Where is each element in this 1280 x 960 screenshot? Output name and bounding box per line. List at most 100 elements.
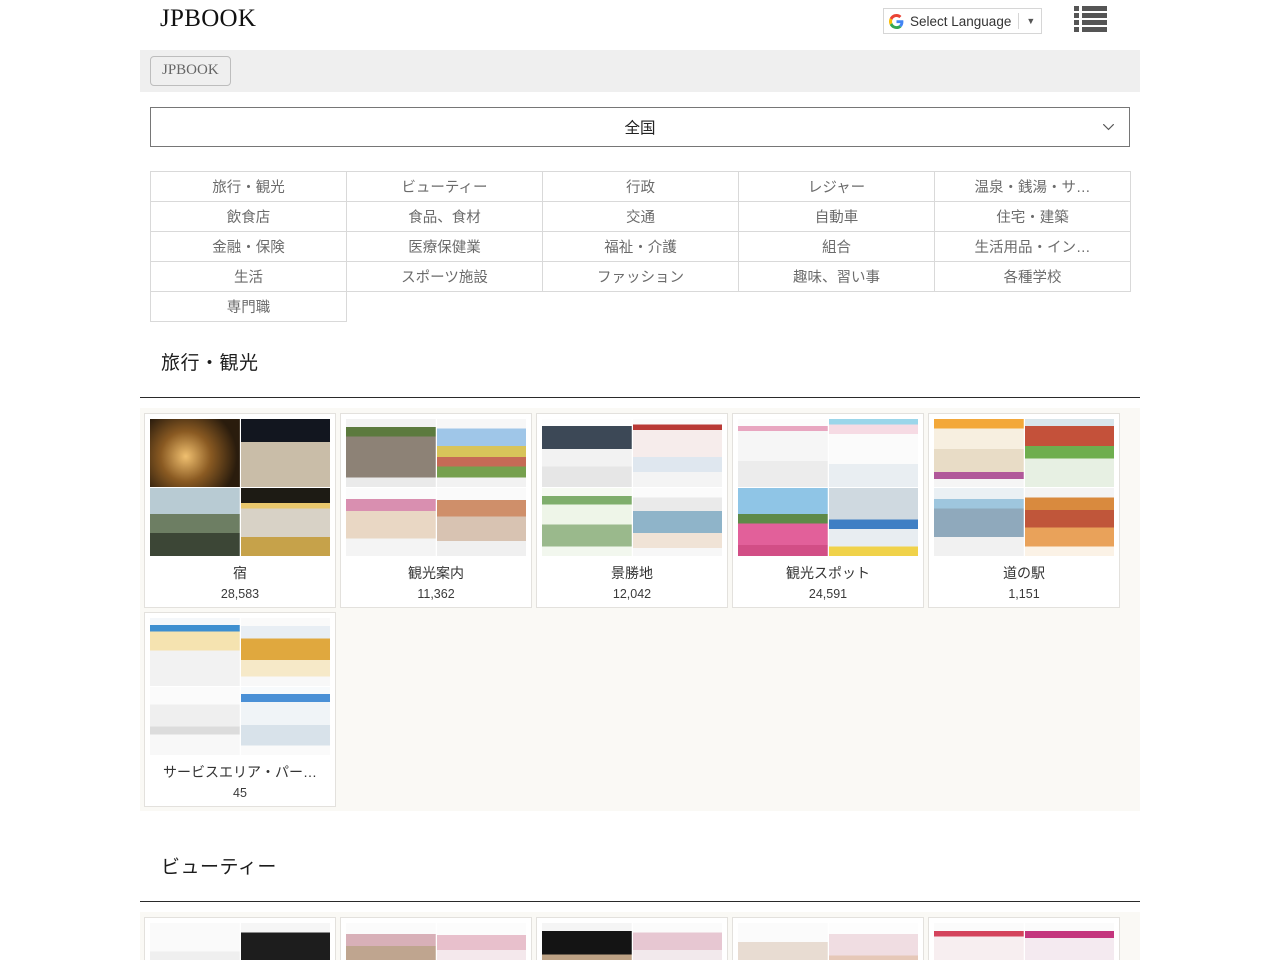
thumbnail-tile: [738, 419, 828, 487]
card-row: [140, 917, 1140, 960]
list-menu-row: [1074, 20, 1107, 25]
category-card[interactable]: 観光スポット24,591: [732, 413, 924, 608]
thumbnail-tile: [934, 419, 1024, 487]
thumbnail-tile: [1025, 419, 1115, 487]
category-card[interactable]: [144, 917, 336, 960]
chevron-down-icon: ▼: [1026, 17, 1035, 26]
thumbnail-tile: [241, 687, 331, 755]
category-cell[interactable]: 旅行・観光: [151, 172, 347, 202]
thumbnail-tile: [738, 923, 828, 960]
thumbnail-tile: [633, 923, 723, 960]
category-cell[interactable]: 趣味、習い事: [739, 262, 935, 292]
divider: [140, 397, 1140, 398]
category-card[interactable]: 道の駅1,151: [928, 413, 1120, 608]
category-cell[interactable]: 生活用品・イン…: [935, 232, 1131, 262]
category-cell-empty: [347, 292, 543, 322]
list-menu-icon[interactable]: [1074, 6, 1107, 32]
region-select-value: 全国: [624, 116, 655, 138]
category-card[interactable]: 景勝地 12,042: [536, 413, 728, 608]
card-label: 観光案内: [346, 563, 526, 583]
section-card-grid: [140, 912, 1140, 960]
category-card[interactable]: [536, 917, 728, 960]
thumbnail-tile: [150, 419, 240, 487]
thumbnail-tile: [829, 923, 919, 960]
region-select[interactable]: 全国: [150, 107, 1130, 147]
thumbnail-tile: [633, 419, 723, 487]
category-cell[interactable]: 医療保健業: [347, 232, 543, 262]
card-count: 28,583: [150, 587, 330, 601]
thumbnail-tile: [150, 687, 240, 755]
thumbnail-tile: [346, 923, 436, 960]
category-cell[interactable]: 食品、食材: [347, 202, 543, 232]
category-card[interactable]: サービスエリア・パー…45: [144, 612, 336, 807]
thumbnail-tile: [150, 923, 240, 960]
category-cell-empty: [935, 292, 1131, 322]
card-thumbnail: [934, 419, 1114, 556]
category-row: 旅行・観光ビューティー行政レジャー温泉・銭湯・サ…: [151, 172, 1131, 202]
category-cell[interactable]: 交通: [543, 202, 739, 232]
google-g-icon: [889, 14, 904, 29]
category-cell[interactable]: ファッション: [543, 262, 739, 292]
category-cell[interactable]: 各種学校: [935, 262, 1131, 292]
card-label: 景勝地: [542, 563, 722, 583]
category-cell[interactable]: 住宅・建築: [935, 202, 1131, 232]
page-root: JPBOOK Select Language ▼ JPBOOK: [0, 0, 1280, 960]
category-cell[interactable]: 温泉・銭湯・サ…: [935, 172, 1131, 202]
category-card[interactable]: [928, 917, 1120, 960]
category-card[interactable]: [340, 917, 532, 960]
language-selector[interactable]: Select Language ▼: [883, 8, 1042, 34]
divider: [140, 901, 1140, 902]
category-row: 生活スポーツ施設ファッション趣味、習い事各種学校: [151, 262, 1131, 292]
list-menu-row: [1074, 27, 1107, 32]
card-thumbnail: [150, 923, 330, 960]
card-count: 12,042: [542, 587, 722, 601]
thumbnail-tile: [542, 419, 632, 487]
thumbnail-tile: [542, 488, 632, 556]
category-cell[interactable]: 生活: [151, 262, 347, 292]
thumbnail-tile: [829, 488, 919, 556]
card-thumbnail: [738, 923, 918, 960]
thumbnail-tile: [241, 419, 331, 487]
card-thumbnail: [150, 618, 330, 755]
card-count: 1,151: [934, 587, 1114, 601]
category-row: 金融・保険医療保健業福祉・介護組合生活用品・イン…: [151, 232, 1131, 262]
category-cell[interactable]: 自動車: [739, 202, 935, 232]
category-cell[interactable]: スポーツ施設: [347, 262, 543, 292]
category-cell[interactable]: 組合: [739, 232, 935, 262]
category-cell[interactable]: 行政: [543, 172, 739, 202]
card-thumbnail: [934, 923, 1114, 960]
thumbnail-tile: [241, 923, 331, 960]
section-card-grid: 宿28,583観光案内11,362 景勝地 12,042 観光スポット24,591道の…: [140, 408, 1140, 811]
category-row: 専門職: [151, 292, 1131, 322]
category-cell[interactable]: 飲食店: [151, 202, 347, 232]
card-thumbnail: [542, 923, 722, 960]
chevron-down-icon: [1102, 121, 1115, 134]
section-title: 旅行・観光: [161, 348, 1280, 375]
site-logo[interactable]: JPBOOK: [160, 6, 256, 31]
category-card[interactable]: 宿28,583: [144, 413, 336, 608]
category-cell[interactable]: 専門職: [151, 292, 347, 322]
category-card[interactable]: 観光案内11,362: [340, 413, 532, 608]
thumbnail-tile: [1025, 488, 1115, 556]
thumbnail-tile: [934, 488, 1024, 556]
thumbnail-tile: [346, 419, 436, 487]
card-thumbnail: [150, 419, 330, 556]
language-selector-label: Select Language: [910, 14, 1011, 29]
section-travel: 旅行・観光 宿28,583観光案内11,362 景勝地 12,042 観光スポット24…: [0, 348, 1280, 811]
category-cell[interactable]: ビューティー: [347, 172, 543, 202]
card-count: 45: [150, 786, 330, 800]
category-cell[interactable]: 福祉・介護: [543, 232, 739, 262]
card-row: 宿28,583観光案内11,362 景勝地 12,042 観光スポット24,591道の…: [140, 413, 1140, 612]
thumbnail-tile: [437, 419, 527, 487]
thumbnail-tile: [934, 923, 1024, 960]
card-thumbnail: [542, 419, 722, 556]
thumbnail-tile: [633, 488, 723, 556]
thumbnail-tile: [829, 419, 919, 487]
category-card[interactable]: [732, 917, 924, 960]
card-label: 観光スポット: [738, 563, 918, 583]
category-cell[interactable]: レジャー: [739, 172, 935, 202]
breadcrumb-item-jpbook[interactable]: JPBOOK: [150, 56, 231, 86]
card-thumbnail: [346, 419, 526, 556]
category-cell[interactable]: 金融・保険: [151, 232, 347, 262]
site-header: JPBOOK Select Language ▼: [0, 0, 1280, 42]
